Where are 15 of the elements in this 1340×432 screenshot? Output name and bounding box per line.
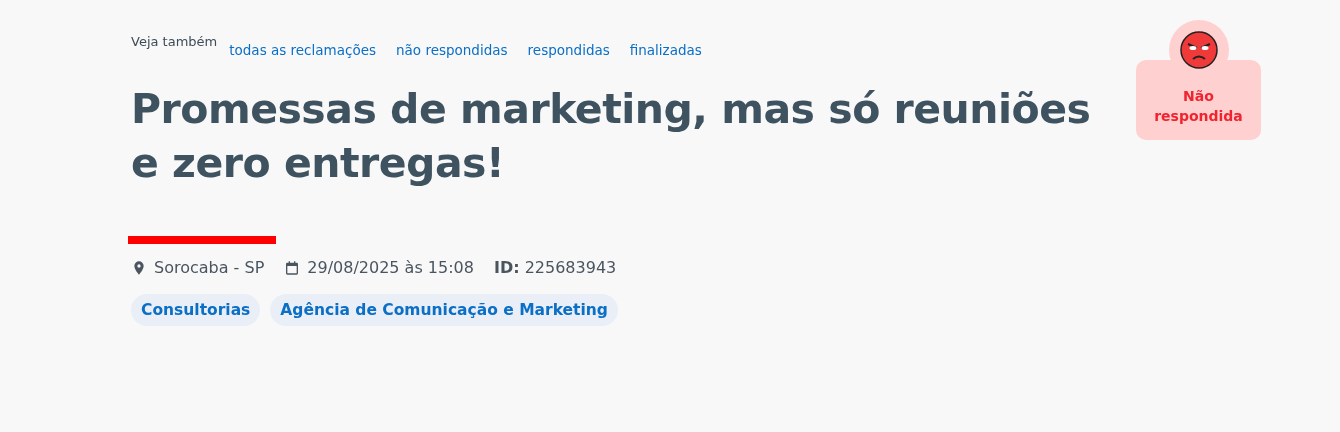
complaint-id: ID: 225683943 bbox=[493, 258, 617, 277]
filter-link[interactable]: todas as reclamações bbox=[229, 42, 376, 58]
angry-face-icon bbox=[1178, 30, 1219, 70]
see-also-label: Veja também bbox=[131, 34, 218, 49]
filter-link[interactable]: não respondidas bbox=[396, 42, 508, 58]
location-text: Sorocaba - SP bbox=[154, 258, 265, 277]
filter-link[interactable]: respondidas bbox=[527, 42, 610, 58]
status-badge: Não respondida bbox=[1136, 60, 1261, 140]
category-tag[interactable]: Agência de Comunicação e Marketing bbox=[270, 294, 618, 326]
filter-link[interactable]: finalizadas bbox=[629, 42, 702, 58]
category-tag[interactable]: Consultorias bbox=[131, 294, 261, 326]
complaint-title: Promessas de marketing, mas só reuniões e zero entregas! bbox=[131, 84, 1092, 189]
calendar-icon bbox=[284, 258, 301, 277]
location-pin-icon bbox=[131, 258, 147, 277]
date-text: 29/08/2025 às 15:08 bbox=[307, 258, 474, 277]
